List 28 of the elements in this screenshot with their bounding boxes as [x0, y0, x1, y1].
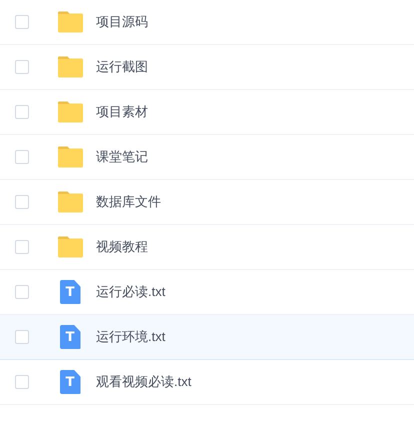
file-name: 运行必读.txt: [96, 283, 166, 302]
folder-icon: [56, 11, 84, 33]
file-row[interactable]: T 运行环境.txt: [0, 315, 414, 360]
file-name: 项目素材: [96, 103, 148, 122]
checkbox[interactable]: [15, 285, 29, 299]
checkbox[interactable]: [15, 150, 29, 164]
checkbox[interactable]: [15, 195, 29, 209]
file-name: 运行环境.txt: [96, 328, 166, 346]
checkbox[interactable]: [15, 60, 29, 74]
checkbox[interactable]: [15, 375, 29, 389]
file-name: 课堂笔记: [96, 148, 148, 166]
text-file-icon: T: [60, 325, 80, 349]
folder-icon: [56, 101, 84, 123]
file-name: 数据库文件: [96, 193, 161, 212]
folder-icon: [56, 146, 84, 168]
checkbox[interactable]: [15, 330, 29, 344]
text-file-icon: T: [60, 280, 80, 304]
checkbox[interactable]: [15, 15, 29, 29]
checkbox[interactable]: [15, 240, 29, 254]
checkbox[interactable]: [15, 105, 29, 119]
folder-icon: [56, 236, 84, 258]
folder-icon: [56, 56, 84, 78]
file-name: 观看视频必读.txt: [96, 373, 192, 392]
text-file-icon: T: [60, 370, 80, 394]
folder-icon: [56, 191, 84, 213]
file-name: 项目源码: [96, 13, 148, 32]
file-name: 视频教程: [96, 238, 148, 256]
file-name: 运行截图: [96, 58, 148, 76]
